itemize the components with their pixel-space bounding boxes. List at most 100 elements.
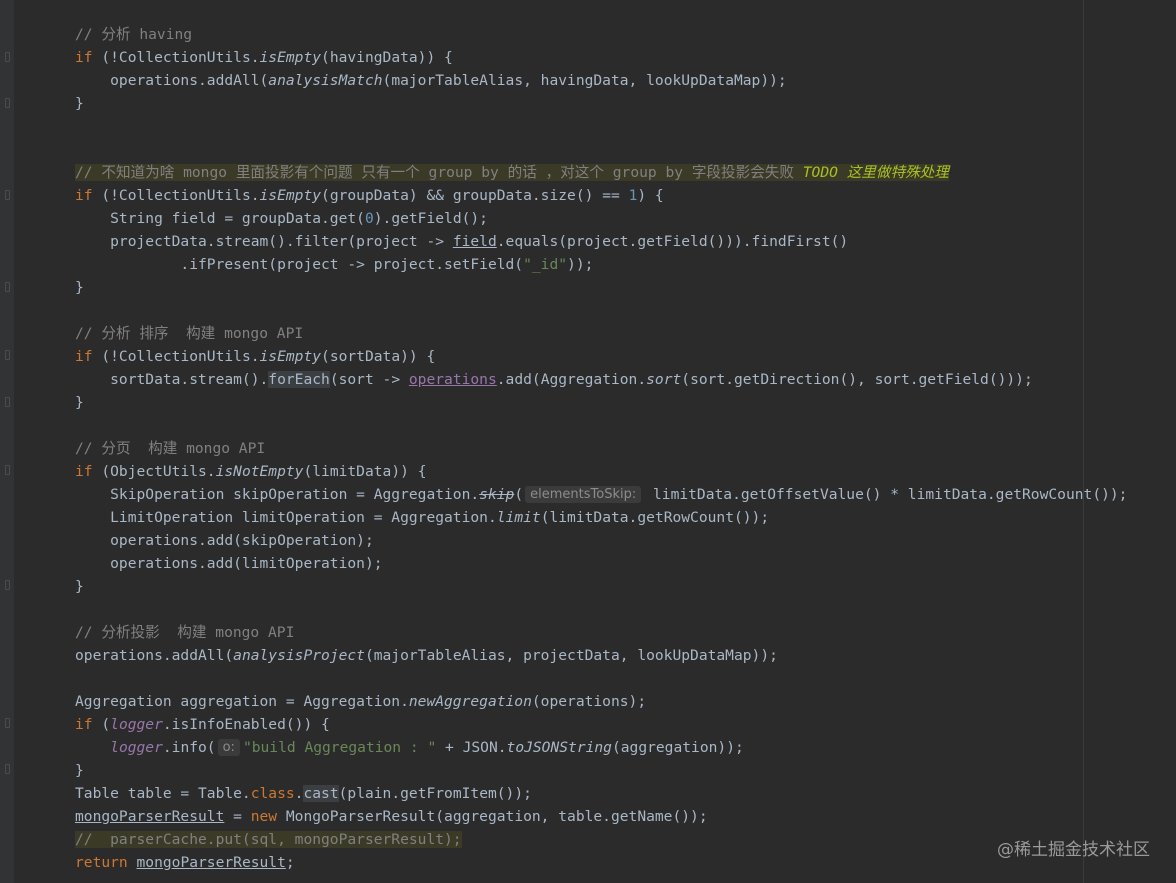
code-token: limit [496,509,541,526]
code-line[interactable]: // 分析 排序 构建 mongo API [0,322,1176,345]
code-token: sortData.stream(). [75,371,269,388]
code-token: (!CollectionUtils. [92,187,260,204]
code-line[interactable]: operations.add(limitOperation); [0,552,1176,575]
code-token: if [75,716,93,733]
code-line[interactable]: // 分析 having [0,23,1176,46]
code-line[interactable]: projectData.stream().filter(project -> f… [0,230,1176,253]
code-token: .add(Aggregation. [496,371,647,388]
code-token: (sortData)) { [321,348,436,365]
code-line[interactable]: Aggregation aggregation = Aggregation.ne… [0,690,1176,713]
code-line[interactable] [0,299,1176,322]
code-line[interactable] [0,667,1176,690]
code-token: Aggregation aggregation = Aggregation. [75,693,409,710]
code-token: // 分析投影 构建 mongo API [75,624,295,641]
code-token: logger [110,739,163,756]
code-token: (operations); [531,693,647,710]
code-token: if [75,49,93,66]
code-token: = [224,808,251,825]
code-line[interactable] [0,414,1176,437]
code-token: ) { [637,187,664,204]
code-line[interactable] [0,115,1176,138]
code-token: (sort.getDirection(), sort.getField())); [681,371,1033,388]
code-token: (limitData.getRowCount()); [540,509,770,526]
code-token: ( [514,486,524,503]
code-token: } [75,279,84,296]
code-token: operations [408,371,497,388]
code-token: cast [303,785,339,802]
code-token: MongoParserResult(aggregation, table.get… [277,808,708,825]
code-token: (groupData) && groupData.size() == [321,187,629,204]
code-token: (aggregation)); [611,739,744,756]
code-token: String field = groupData.get( [75,210,365,227]
code-line[interactable]: operations.addAll(analysisProject(majorT… [0,644,1176,667]
code-token: // 分析 排序 构建 mongo API [75,325,304,342]
code-token: (majorTableAlias, projectData, lookUpDat… [364,647,778,664]
code-line[interactable]: if (!CollectionUtils.isEmpty(sortData)) … [0,345,1176,368]
code-token: operations.addAll( [75,647,234,664]
code-token: } [75,762,84,779]
code-line[interactable]: SkipOperation skipOperation = Aggregatio… [0,483,1176,506]
code-token: ; [285,854,295,871]
code-token: forEach [268,371,330,388]
code-token: if [75,348,93,365]
code-line[interactable]: String field = groupData.get(0).getField… [0,207,1176,230]
code-token: } [75,95,84,112]
code-token: if [75,187,93,204]
code-line[interactable]: sortData.stream().forEach(sort -> operat… [0,368,1176,391]
code-token: (limitData)) { [303,463,427,480]
code-token: + JSON. [436,739,507,756]
code-token: (ObjectUtils. [92,463,216,480]
code-token: new [250,808,278,825]
code-line[interactable]: if (ObjectUtils.isNotEmpty(limitData)) { [0,460,1176,483]
code-line[interactable]: } [0,276,1176,299]
code-token: operations.addAll( [75,72,269,89]
code-token: mongoParserResult [75,808,225,825]
code-line[interactable]: operations.addAll(analysisMatch(majorTab… [0,69,1176,92]
code-line[interactable]: if (!CollectionUtils.isEmpty(havingData)… [0,46,1176,69]
code-token: field [452,233,497,250]
code-line[interactable]: logger.info(o: "build Aggregation : " + J… [0,736,1176,759]
code-line[interactable]: } [0,759,1176,782]
code-token: return [75,854,128,871]
code-token: sort [646,371,682,388]
code-token: .ifPresent(project -> project.setField( [75,256,524,273]
code-token: analysisProject [233,647,365,664]
code-line[interactable]: LimitOperation limitOperation = Aggregat… [0,506,1176,529]
code-line[interactable]: // 不知道为啥 mongo 里面投影有个问题 只有一个 group by 的话… [0,161,1176,184]
code-token: isEmpty [259,348,322,365]
code-token: newAggregation [408,693,532,710]
code-token: } [75,578,84,595]
code-token: mongoParserResult [136,854,286,871]
code-token: (plain.getFromItem()); [338,785,532,802]
code-token: isEmpty [259,49,322,66]
code-token: (sort -> [329,371,409,388]
code-line[interactable]: .ifPresent(project -> project.setField("… [0,253,1176,276]
code-token: Table table = Table. [75,785,251,802]
code-editor[interactable]: // 分析 having if (!CollectionUtils.isEmpty… [0,23,1176,874]
code-token: "_id" [523,256,568,273]
code-token: .isInfoEnabled()) { [162,716,330,733]
code-token: .equals(project.getField())).findFirst() [496,233,849,250]
code-line[interactable]: if (logger.isInfoEnabled()) { [0,713,1176,736]
code-token: "build Aggregation : " [242,739,437,756]
code-line[interactable]: // 分析投影 构建 mongo API [0,621,1176,644]
code-line[interactable]: } [0,391,1176,414]
code-token: projectData.stream().filter(project -> [75,233,453,250]
code-line[interactable]: // 分页 构建 mongo API [0,437,1176,460]
code-token: isNotEmpty [215,463,304,480]
code-line[interactable] [0,138,1176,161]
code-token: toJSONString [506,739,612,756]
code-token: if [75,463,93,480]
watermark: @稀土掘金技术社区 [997,840,1150,860]
parameter-hint: o: [217,739,240,756]
code-line[interactable]: Table table = Table.class.cast(plain.get… [0,782,1176,805]
code-line[interactable] [0,598,1176,621]
code-token: operations.add(limitOperation); [75,555,383,572]
code-line[interactable]: if (!CollectionUtils.isEmpty(groupData) … [0,184,1176,207]
code-line[interactable]: } [0,92,1176,115]
code-line[interactable]: } [0,575,1176,598]
code-line[interactable]: operations.add(skipOperation); [0,529,1176,552]
code-line[interactable]: mongoParserResult = new MongoParserResul… [0,805,1176,828]
code-token: (havingData)) { [321,49,453,66]
